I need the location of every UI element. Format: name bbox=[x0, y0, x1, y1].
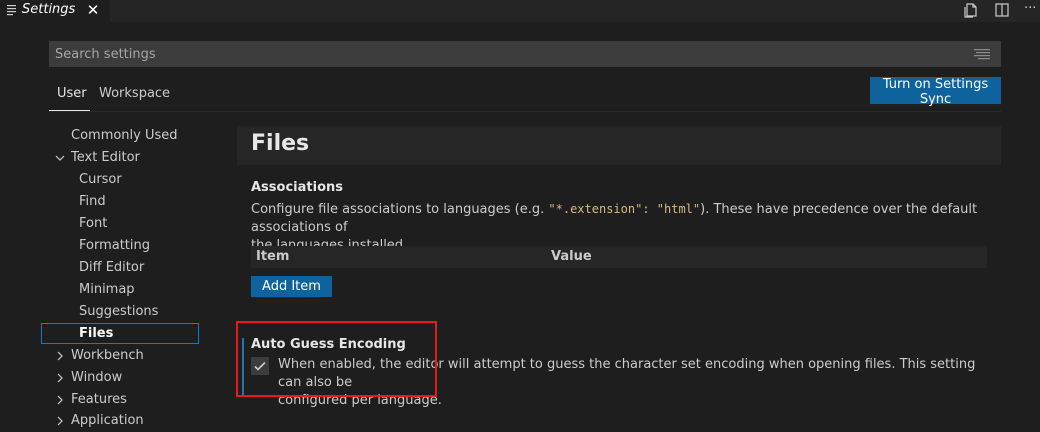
more-actions-icon[interactable]: ··· bbox=[1024, 0, 1040, 16]
header-divider bbox=[49, 111, 1001, 112]
chevron-right-icon[interactable] bbox=[55, 373, 65, 383]
open-settings-json-icon[interactable] bbox=[963, 2, 979, 18]
column-header-item: Item bbox=[256, 249, 290, 264]
toc-item-font[interactable]: Font bbox=[79, 213, 107, 235]
toc-item-window[interactable]: Window bbox=[71, 367, 122, 389]
tab-user[interactable]: User bbox=[57, 86, 87, 101]
toc-item-text-editor[interactable]: Text Editor bbox=[71, 147, 140, 169]
split-editor-icon[interactable] bbox=[994, 2, 1010, 18]
toc-item-features[interactable]: Features bbox=[71, 389, 127, 411]
turn-on-settings-sync-button[interactable]: Turn on Settings Sync bbox=[870, 77, 1001, 107]
section-header: Files bbox=[237, 126, 1001, 165]
close-icon[interactable]: ✕ bbox=[86, 1, 100, 19]
search-input[interactable] bbox=[50, 42, 955, 66]
toc-item-minimap[interactable]: Minimap bbox=[79, 279, 135, 301]
section-title: Files bbox=[251, 131, 310, 156]
toc-item-cursor[interactable]: Cursor bbox=[79, 169, 122, 191]
editor-tab-bar: Settings ✕ ··· bbox=[0, 0, 1040, 22]
toc-item-workbench[interactable]: Workbench bbox=[71, 345, 144, 367]
tab-title: Settings bbox=[22, 2, 76, 17]
toc-item-commonly-used[interactable]: Commonly Used bbox=[71, 125, 178, 147]
toc-item-formatting[interactable]: Formatting bbox=[79, 235, 150, 257]
toc-item-diff-editor[interactable]: Diff Editor bbox=[79, 257, 144, 279]
toc-item-suggestions[interactable]: Suggestions bbox=[79, 301, 158, 323]
filter-list-icon[interactable] bbox=[974, 48, 990, 60]
tab-workspace[interactable]: Workspace bbox=[99, 86, 170, 101]
chevron-right-icon[interactable] bbox=[55, 416, 65, 426]
toc-item-find[interactable]: Find bbox=[79, 191, 106, 213]
chevron-right-icon[interactable] bbox=[55, 351, 65, 361]
associations-table-header: Item Value bbox=[251, 246, 987, 268]
column-header-value: Value bbox=[551, 249, 592, 264]
annotation-highlight-box bbox=[236, 321, 437, 397]
settings-tab[interactable]: Settings ✕ bbox=[0, 0, 110, 22]
toc-item-application[interactable]: Application bbox=[71, 410, 144, 432]
chevron-down-icon[interactable] bbox=[55, 153, 65, 163]
setting-title-associations: Associations bbox=[251, 180, 343, 195]
chevron-right-icon[interactable] bbox=[55, 395, 65, 405]
search-box bbox=[49, 41, 1001, 67]
toc-item-files[interactable]: Files bbox=[79, 323, 113, 345]
inline-code: "*.extension": "html" bbox=[548, 202, 701, 216]
add-item-button[interactable]: Add Item bbox=[251, 276, 332, 297]
toc-selection-outline bbox=[41, 323, 199, 344]
desc-text: Configure file associations to languages… bbox=[251, 202, 549, 217]
preview-list-icon bbox=[7, 5, 16, 16]
